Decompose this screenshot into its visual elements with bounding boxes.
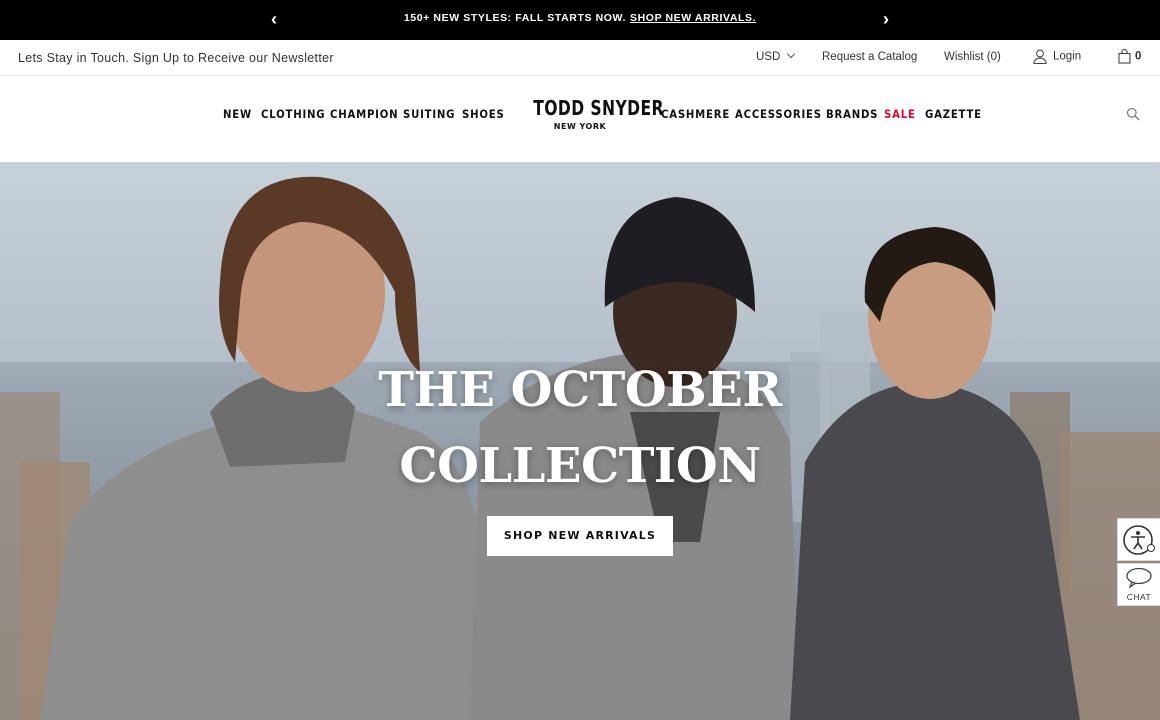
nav-item-champion[interactable]: CHAMPION: [330, 107, 398, 121]
accessibility-button[interactable]: [1117, 518, 1160, 561]
announcement-message: 150+ NEW STYLES: FALL STARTS NOW. SHOP NE…: [0, 12, 1160, 24]
chevron-right-icon[interactable]: ›: [876, 9, 896, 29]
shopping-bag-icon: [1118, 48, 1131, 64]
nav-item-gazette[interactable]: GAZETTE: [925, 107, 982, 121]
nav-item-clothing[interactable]: CLOTHING: [261, 107, 325, 121]
announcement-text: 150+ NEW STYLES: FALL STARTS NOW.: [403, 12, 627, 24]
search-button[interactable]: [1126, 107, 1140, 126]
user-icon: [1033, 49, 1047, 65]
currency-value: USD: [756, 51, 781, 63]
main-navigation: NEW CLOTHING CHAMPION SUITING SHOES TODD…: [0, 76, 1160, 162]
nav-item-accessories[interactable]: ACCESSORIES: [735, 107, 822, 121]
hero-banner[interactable]: THE OCTOBER COLLECTION SHOP NEW ARRIVALS: [0, 162, 1160, 720]
chat-button[interactable]: CHAT: [1117, 563, 1160, 606]
cart-button[interactable]: 0: [1118, 48, 1142, 64]
nav-item-suiting[interactable]: SUITING: [403, 107, 455, 121]
nav-item-brands[interactable]: BRANDS: [826, 107, 878, 121]
logo-brand: TODD SNYDER: [533, 96, 664, 120]
nav-item-new[interactable]: NEW: [223, 107, 252, 121]
newsletter-signup-link[interactable]: Lets Stay in Touch. Sign Up to Receive o…: [18, 51, 334, 65]
chevron-down-icon: [787, 49, 796, 59]
nav-item-cashmere[interactable]: CASHMERE: [661, 107, 730, 121]
hero-headline: THE OCTOBER COLLECTION: [330, 352, 830, 504]
nav-item-sale[interactable]: SALE: [884, 107, 916, 121]
shop-new-arrivals-link[interactable]: SHOP NEW ARRIVALS.: [630, 12, 756, 24]
request-catalog-link[interactable]: Request a Catalog: [822, 51, 917, 63]
announcement-bar: ‹ 150+ NEW STYLES: FALL STARTS NOW. SHOP …: [0, 0, 1160, 40]
nav-item-shoes[interactable]: SHOES: [462, 107, 505, 121]
todd-snyder-logo[interactable]: TODD SNYDER NEW YORK: [520, 96, 664, 131]
chat-label: CHAT: [1126, 592, 1152, 602]
logo-city: NEW YORK: [553, 122, 607, 131]
hero-headline-line2: COLLECTION: [399, 438, 761, 494]
login-link[interactable]: Login: [1033, 49, 1082, 65]
currency-selector[interactable]: USD: [756, 49, 796, 63]
chat-bubble-icon: [1126, 567, 1152, 589]
hero-headline-line1: THE OCTOBER: [378, 362, 782, 418]
utility-bar: Lets Stay in Touch. Sign Up to Receive o…: [0, 40, 1160, 76]
login-label: Login: [1053, 50, 1082, 63]
wishlist-link[interactable]: Wishlist (0): [944, 51, 1001, 63]
accessibility-icon: [1123, 525, 1155, 555]
cart-count: 0: [1135, 50, 1142, 63]
search-icon: [1126, 107, 1140, 121]
shop-new-arrivals-button[interactable]: SHOP NEW ARRIVALS: [487, 516, 673, 556]
